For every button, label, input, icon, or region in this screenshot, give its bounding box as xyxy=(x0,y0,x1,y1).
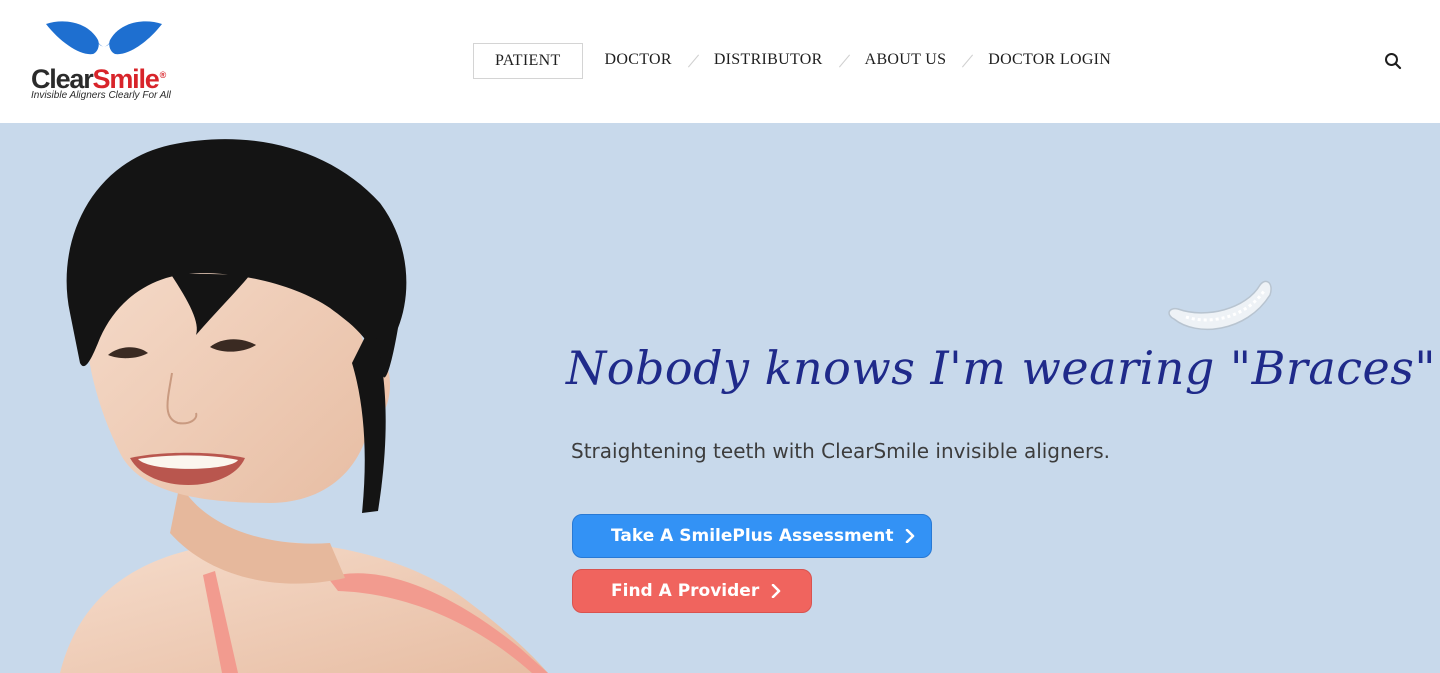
nav-item-about-us[interactable]: ABOUT US xyxy=(865,43,947,79)
smiling-woman-photo xyxy=(60,139,548,673)
nav-item-patient[interactable]: PATIENT xyxy=(473,43,583,79)
nav-separator xyxy=(685,43,701,79)
find-provider-label: Find A Provider xyxy=(611,581,760,601)
search-button[interactable] xyxy=(1384,52,1404,72)
registered-mark: ® xyxy=(159,70,167,80)
clear-aligner-image xyxy=(1168,280,1272,330)
hero-subtitle: Straightening teeth with ClearSmile invi… xyxy=(571,439,1110,463)
logo-wordmark: ClearSmile® xyxy=(31,60,167,94)
take-assessment-label: Take A SmilePlus Assessment xyxy=(611,526,894,546)
nav-item-doctor[interactable]: DOCTOR xyxy=(605,43,672,79)
nav-separator xyxy=(959,43,975,79)
chevron-right-icon xyxy=(905,529,915,543)
main-nav: PATIENT DOCTOR DISTRIBUTOR ABOUT US DOCT… xyxy=(473,43,1111,79)
chevron-right-icon xyxy=(771,584,781,598)
nav-separator xyxy=(836,43,852,79)
search-icon xyxy=(1385,53,1402,70)
nav-item-doctor-login[interactable]: DOCTOR LOGIN xyxy=(988,43,1111,79)
logo-tagline: Invisible Aligners Clearly For All xyxy=(31,90,171,101)
hero-banner: Nobody knows I'm wearing "Braces" Straig… xyxy=(0,123,1440,673)
site-header: ClearSmile® Invisible Aligners Clearly F… xyxy=(0,0,1440,123)
find-provider-button[interactable]: Find A Provider xyxy=(572,569,812,613)
smile-wings-icon xyxy=(46,21,162,55)
hero-headline: Nobody knows I'm wearing "Braces" xyxy=(566,341,1437,395)
take-assessment-button[interactable]: Take A SmilePlus Assessment xyxy=(572,514,932,558)
clearsmile-logo[interactable]: ClearSmile® Invisible Aligners Clearly F… xyxy=(28,16,188,108)
nav-item-distributor[interactable]: DISTRIBUTOR xyxy=(714,43,823,79)
